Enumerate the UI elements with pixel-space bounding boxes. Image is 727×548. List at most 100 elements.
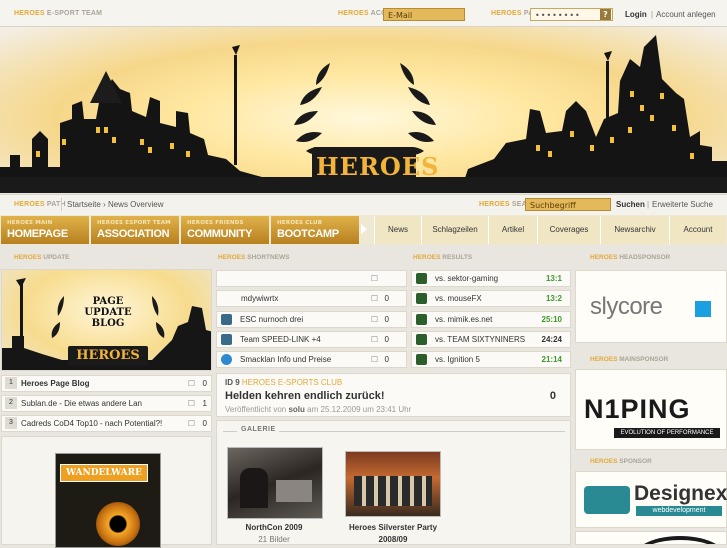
comment-icon: ☐	[187, 399, 195, 408]
designex-logo: Designex	[634, 482, 727, 505]
nav-account[interactable]: Account	[669, 216, 726, 244]
comment-count: 1	[202, 399, 207, 408]
article-comment-count[interactable]: 0	[550, 390, 556, 402]
n1ping-tagline: EVOLUTION OF PERFORMANCE	[614, 428, 720, 438]
password-help-button[interactable]: ?	[600, 9, 611, 20]
nav-schlagzeilen[interactable]: Schlagzeilen	[421, 216, 488, 244]
article-title[interactable]: Helden kehren endlich zurück!	[225, 390, 385, 402]
shortnews-item[interactable]: mdywiwrtx ☐ 0	[216, 290, 407, 307]
shortnews-item[interactable]: Smacklan Info und Preise ☐ 0	[216, 351, 407, 368]
gallery-title: GALERIE	[241, 426, 276, 433]
mainsponsor-section-title: HEROES MAINSPONSOR	[590, 356, 669, 363]
search-button[interactable]: Suchen	[616, 200, 645, 209]
nav-bootcamp[interactable]: HEROES CLUB BOOTCAMP	[271, 216, 359, 244]
update-image-text: PAGE UPDATE BLOG	[84, 296, 132, 329]
update-image-logo: HEROES	[76, 348, 140, 363]
comment-icon: ☐	[370, 355, 378, 364]
comment-count: 0	[202, 379, 207, 388]
update-list-item[interactable]: 3 Cadreds CoD4 Top10 - nach Potential?! ☐…	[1, 415, 212, 432]
eye-graphic	[96, 502, 140, 546]
item-title: Heroes Page Blog	[21, 379, 90, 388]
result-opponent: vs. TEAM SIXTYNINERS	[435, 335, 526, 344]
shortnews-item[interactable]: ☐	[216, 270, 407, 287]
path-divider	[61, 198, 62, 211]
comment-icon: ☐	[370, 335, 378, 344]
path-label: HEROES PATH	[14, 201, 66, 208]
sponsor-section-title: HEROES SPONSOR	[590, 458, 652, 465]
nav-artikel[interactable]: Artikel	[488, 216, 537, 244]
breadcrumb-separator: ›	[103, 200, 106, 209]
shortnews-item[interactable]: ESC nurnoch drei ☐ 0	[216, 311, 407, 328]
game-icon	[416, 273, 427, 285]
update-section-title: HEROES UPDATE	[14, 254, 70, 261]
gallery-item-title[interactable]: NorthCon 2009	[223, 523, 325, 532]
result-row[interactable]: vs. mouseFX 13:2	[411, 290, 571, 307]
breadcrumb-home[interactable]: Startseite	[67, 200, 101, 209]
result-opponent: vs. mimik.es.net	[435, 315, 493, 324]
advanced-search-link[interactable]: Erweiterte Suche	[652, 200, 713, 209]
sponsor-next-graphic	[636, 536, 724, 544]
designex-tagline: webdevelopment	[636, 506, 722, 516]
update-list-item[interactable]: 2 Sublan.de - Die etwas andere Lan ☐ 1	[1, 395, 212, 412]
breadcrumb: Startseite › News Overview	[67, 200, 164, 209]
gallery-rule-right	[279, 431, 565, 432]
article-author[interactable]: solu	[288, 405, 304, 414]
nav-association[interactable]: HEROES ESPORT TEAM ASSOCIATION	[91, 216, 179, 244]
game-icon	[416, 293, 427, 305]
thumb-crowd	[354, 476, 432, 506]
designex-emblem-icon	[584, 486, 630, 514]
result-opponent: vs. Ignition 5	[435, 355, 480, 364]
news-article[interactable]: ID 9 HEROES E-SPORTS CLUB Helden kehren …	[216, 373, 571, 417]
comment-count: 0	[384, 294, 389, 303]
search-divider: |	[647, 200, 650, 209]
sponsor-designex[interactable]: Designex webdevelopment	[575, 471, 727, 528]
result-row[interactable]: vs. Ignition 5 21:14	[411, 351, 571, 368]
update-list-item[interactable]: 1 Heroes Page Blog ☐ 0	[1, 375, 212, 392]
comment-icon: ☐	[370, 274, 378, 283]
nav-arrow-icon	[361, 224, 367, 234]
nav-newsarchiv[interactable]: Newsarchiv	[600, 216, 669, 244]
article-meta-top: ID 9 HEROES E-SPORTS CLUB	[225, 378, 343, 387]
result-score: 24:24	[541, 335, 562, 344]
nav-homepage[interactable]: HEROES MAIN HOMEPAGE	[1, 216, 89, 244]
game-icon	[416, 354, 427, 366]
left-ad-panel: WANDELWARE	[1, 436, 212, 548]
nav-news[interactable]: News	[374, 216, 421, 244]
gallery-item-subtitle: 21 Bilder	[258, 535, 290, 544]
item-number: 2	[5, 397, 17, 409]
headsponsor-slycore[interactable]: slycore	[575, 270, 727, 343]
gallery-panel: GALERIE NorthCon 2009 21 Bilder Heroes S…	[216, 420, 571, 545]
comment-count: 0	[202, 419, 207, 428]
slycore-logo: slycore	[590, 293, 663, 320]
article-byline: Veröffentlicht von solu am 25.12.2009 um…	[225, 405, 412, 414]
comment-count: 0	[384, 315, 389, 324]
shortnews-item[interactable]: Team SPEED-LINK +4 ☐ 0	[216, 331, 407, 348]
nav-coverages[interactable]: Coverages	[537, 216, 600, 244]
gallery-item-title[interactable]: Heroes Silverster Party	[337, 523, 449, 532]
login-link[interactable]: Login	[625, 10, 647, 19]
mainsponsor-n1ping[interactable]: N1PING EVOLUTION OF PERFORMANCE	[575, 369, 727, 450]
nav-community[interactable]: HEROES FRIENDS COMMUNITY	[181, 216, 269, 244]
email-field[interactable]: E-Mail	[383, 8, 465, 21]
game-icon	[221, 314, 232, 326]
result-row[interactable]: vs. mimik.es.net 25:10	[411, 311, 571, 328]
result-row[interactable]: vs. sektor-gaming 13:1	[411, 270, 571, 287]
wandelware-ad[interactable]: WANDELWARE	[55, 453, 161, 548]
page-update-blog-image[interactable]: PAGE UPDATE BLOG HEROES	[1, 269, 212, 371]
gallery-item-subtitle: 2008/09	[378, 535, 408, 544]
account-create-link[interactable]: Account anlegen	[656, 10, 716, 19]
results-section-title: HEROES RESULTS	[413, 254, 473, 261]
game-icon	[416, 334, 427, 346]
breadcrumb-current: News Overview	[107, 200, 164, 209]
gallery-thumb-northcon[interactable]	[227, 447, 323, 519]
slycore-square-icon	[695, 301, 711, 317]
wandelware-logo: WANDELWARE	[60, 464, 148, 482]
sponsor-next[interactable]	[575, 531, 727, 545]
header-banner: HEROES	[0, 27, 727, 193]
result-opponent: vs. mouseFX	[435, 294, 482, 303]
search-input[interactable]: Suchbegriff	[525, 198, 611, 211]
item-title: Sublan.de - Die etwas andere Lan	[21, 399, 142, 408]
result-score: 25:10	[541, 315, 562, 324]
gallery-thumb-silvester[interactable]	[345, 451, 441, 517]
result-row[interactable]: vs. TEAM SIXTYNINERS 24:24	[411, 331, 571, 348]
